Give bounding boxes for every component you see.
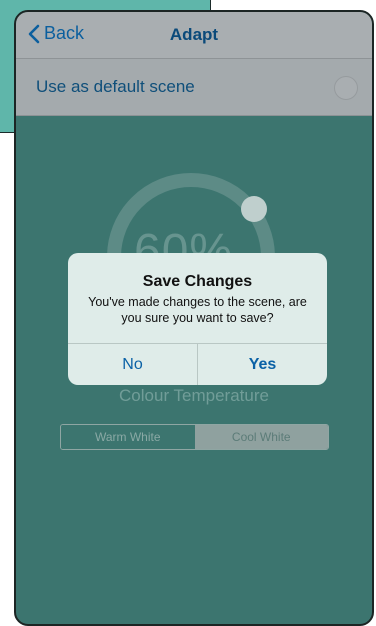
alert-title: Save Changes xyxy=(142,273,253,290)
colour-temperature-segmented-control: Warm White Cool White xyxy=(60,424,329,450)
alert-message: You've made changes to the scene, are yo… xyxy=(88,295,307,325)
navigation-bar: Back Adapt xyxy=(16,12,372,59)
default-scene-radio[interactable] xyxy=(334,76,358,100)
colour-temperature-label: Colour Temperature xyxy=(119,386,269,405)
default-scene-row[interactable]: Use as default scene xyxy=(16,59,372,116)
page-title: Adapt xyxy=(169,25,219,44)
save-changes-alert: Save Changes You've made changes to the … xyxy=(68,253,327,385)
warm-white-option[interactable]: Warm White xyxy=(61,425,195,449)
cool-white-option[interactable]: Cool White xyxy=(194,425,328,449)
default-scene-label: Use as default scene xyxy=(36,77,195,96)
dial-handle[interactable] xyxy=(241,196,267,222)
yes-button[interactable]: Yes xyxy=(198,344,327,385)
no-button[interactable]: No xyxy=(68,344,197,385)
phone-screen: Back Adapt Use as default scene 60% Colo… xyxy=(14,10,374,626)
